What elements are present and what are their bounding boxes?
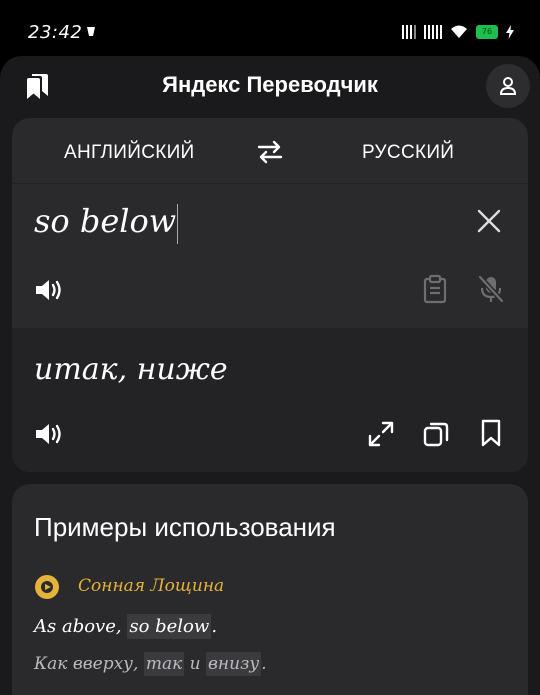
- text-cursor: [177, 203, 179, 244]
- battery-icon: 76: [476, 25, 498, 39]
- app-header: Яндекс Переводчик: [0, 56, 540, 118]
- example-original: As above, so below.: [34, 614, 218, 639]
- profile-icon: [499, 77, 517, 95]
- wifi-icon: [450, 25, 468, 39]
- sim2-signal-icon: [424, 25, 442, 39]
- example-original-highlight: so below: [127, 614, 212, 639]
- source-input-area[interactable]: so below: [12, 184, 528, 328]
- example-translation-highlight-1: так: [143, 652, 185, 676]
- source-language-button[interactable]: АНГЛИЙСКИЙ: [64, 142, 195, 164]
- example-translation: Как вверху, так и внизу.: [34, 652, 267, 676]
- speaker-icon[interactable]: [34, 276, 64, 304]
- example-translation-middle: и: [184, 654, 207, 674]
- speaker-icon[interactable]: [34, 420, 64, 448]
- example-translation-suffix: .: [261, 654, 267, 674]
- charging-icon: [506, 25, 514, 39]
- source-text-value: so below: [34, 202, 177, 240]
- example-original-suffix: .: [211, 616, 218, 637]
- example-source-title[interactable]: Сонная Лощина: [78, 576, 224, 596]
- app-title: Яндекс Переводчик: [162, 72, 378, 97]
- source-text-input[interactable]: so below: [34, 202, 179, 244]
- fullscreen-icon[interactable]: [367, 420, 395, 448]
- copy-icon[interactable]: [422, 420, 450, 448]
- language-selector: АНГЛИЙСКИЙ РУССКИЙ: [12, 118, 528, 184]
- status-icons: 76: [402, 24, 514, 40]
- examples-title: Примеры использования: [34, 512, 336, 542]
- target-language-button[interactable]: РУССКИЙ: [362, 142, 454, 164]
- film-source-icon: [34, 573, 62, 601]
- app-container: Яндекс Переводчик АНГЛИЙСКИЙ РУССКИЙ so …: [0, 56, 540, 695]
- bookmark-icon[interactable]: [478, 418, 504, 448]
- close-icon[interactable]: [476, 208, 502, 234]
- translated-text: итак, ниже: [34, 352, 228, 387]
- mic-off-icon[interactable]: [477, 274, 505, 304]
- example-translation-prefix: Как вверху,: [34, 654, 144, 674]
- clipboard-icon[interactable]: [422, 274, 448, 304]
- status-time: 23:42: [28, 22, 83, 43]
- translation-output-area: итак, ниже: [12, 328, 528, 472]
- profile-button[interactable]: [486, 64, 530, 108]
- notification-icon: [86, 25, 96, 37]
- translator-card: АНГЛИЙСКИЙ РУССКИЙ so below итак, ниже: [12, 118, 528, 472]
- status-bar: 23:42 76: [0, 0, 540, 56]
- swap-languages-icon[interactable]: [256, 138, 284, 166]
- example-original-prefix: As above,: [34, 616, 128, 637]
- sim1-signal-icon: [402, 25, 416, 39]
- usage-examples-card: Примеры использования Сонная Лощина As a…: [12, 484, 528, 695]
- example-translation-highlight-2: внизу: [206, 652, 262, 676]
